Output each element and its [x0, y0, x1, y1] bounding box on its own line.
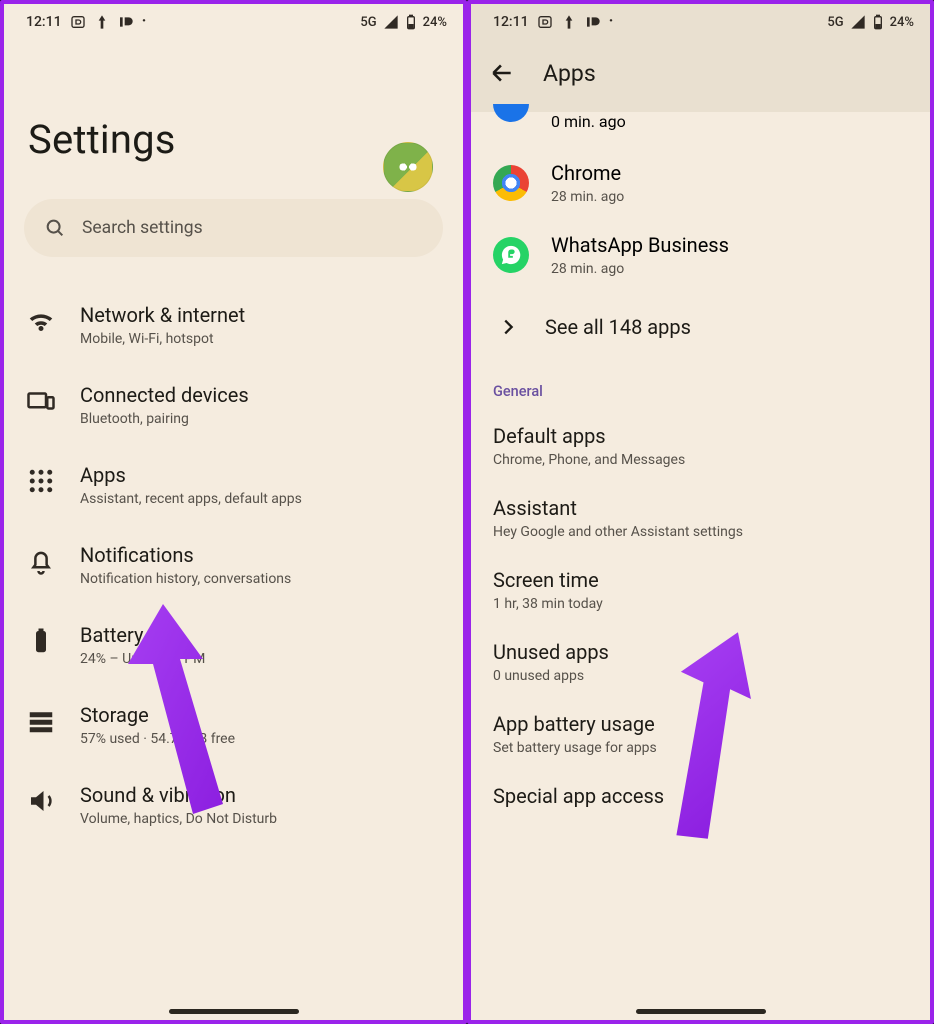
row-label: App battery usage: [493, 712, 908, 736]
search-icon: [44, 217, 66, 239]
status-network: 5G: [827, 15, 843, 30]
settings-list: Network & internet Mobile, Wi-Fi, hotspot…: [4, 275, 463, 845]
status-network: 5G: [360, 15, 376, 30]
general-row-default-apps[interactable]: Default apps Chrome, Phone, and Messages: [471, 410, 930, 482]
row-label: Sound & vibration: [80, 783, 441, 807]
settings-row-notifications[interactable]: Notifications Notification history, conve…: [4, 525, 463, 605]
settings-row-apps[interactable]: Apps Assistant, recent apps, default apps: [4, 445, 463, 525]
status-battery: 24%: [423, 15, 447, 30]
page-title: Settings: [28, 116, 439, 163]
settings-row-storage[interactable]: Storage 57% used · 54.72 GB free: [4, 685, 463, 765]
row-label: WhatsApp Business: [551, 233, 729, 257]
row-sub: Bluetooth, pairing: [80, 411, 441, 427]
battery-icon: [403, 14, 419, 30]
row-sub: 57% used · 54.72 GB free: [80, 731, 441, 747]
general-row-screen-time[interactable]: Screen time 1 hr, 38 min today: [471, 554, 930, 626]
chrome-icon: [493, 165, 529, 201]
general-row-special-app-access[interactable]: Special app access: [471, 770, 930, 822]
status-icon-a: [561, 14, 577, 30]
row-label: Battery: [80, 623, 441, 647]
nav-handle[interactable]: [636, 1009, 766, 1014]
row-sub: 28 min. ago: [551, 261, 729, 277]
app-bar: Apps: [471, 38, 930, 112]
row-sub: 1 hr, 38 min today: [493, 596, 908, 612]
status-time: 12:11: [493, 14, 529, 30]
profile-avatar[interactable]: [383, 142, 433, 192]
section-header-general: General: [471, 367, 930, 410]
app-row-partial[interactable]: 0 min. ago: [471, 112, 930, 147]
chevron-right-icon: [497, 316, 519, 338]
general-row-unused-apps[interactable]: Unused apps 0 unused apps: [471, 626, 930, 698]
status-icon-b: [70, 14, 86, 30]
search-placeholder: Search settings: [82, 218, 203, 238]
row-sub: Notification history, conversations: [80, 571, 441, 587]
row-sub: Assistant, recent apps, default apps: [80, 491, 441, 507]
row-sub: 0 unused apps: [493, 668, 908, 684]
row-sub: Chrome, Phone, and Messages: [493, 452, 908, 468]
row-label: Screen time: [493, 568, 908, 592]
app-row-whatsapp-business[interactable]: WhatsApp Business 28 min. ago: [471, 219, 930, 291]
row-label: Special app access: [493, 784, 908, 808]
battery-icon: [870, 14, 886, 30]
row-label: Default apps: [493, 424, 908, 448]
status-battery: 24%: [890, 15, 914, 30]
sound-icon: [26, 786, 56, 816]
signal-icon: [383, 14, 399, 30]
row-label: Unused apps: [493, 640, 908, 664]
row-label: Notifications: [80, 543, 441, 567]
row-sub: Hey Google and other Assistant settings: [493, 524, 908, 540]
search-settings-input[interactable]: Search settings: [24, 199, 443, 257]
row-label: Network & internet: [80, 303, 441, 327]
row-label: Chrome: [551, 161, 624, 185]
status-icon-a: [94, 14, 110, 30]
settings-row-sound[interactable]: Sound & vibration Volume, haptics, Do Not…: [4, 765, 463, 845]
row-sub: Mobile, Wi-Fi, hotspot: [80, 331, 441, 347]
row-sub: Volume, haptics, Do Not Disturb: [80, 811, 441, 827]
devices-icon: [26, 386, 56, 416]
general-row-assistant[interactable]: Assistant Hey Google and other Assistant…: [471, 482, 930, 554]
apps-icon: [26, 466, 56, 496]
settings-screen: 12:11 · 5G 24% Settings Search settings: [0, 0, 467, 1024]
status-time: 12:11: [26, 14, 62, 30]
row-sub: 24% – Until 6:30 PM: [80, 651, 441, 667]
nav-handle[interactable]: [169, 1009, 299, 1014]
row-sub: Set battery usage for apps: [493, 740, 908, 756]
wifi-icon: [26, 306, 56, 336]
signal-icon: [850, 14, 866, 30]
battery-row-icon: [26, 626, 56, 656]
row-label: Connected devices: [80, 383, 441, 407]
status-icon-id: [585, 14, 601, 30]
whatsapp-business-icon: [493, 237, 529, 273]
settings-row-battery[interactable]: Battery 24% – Until 6:30 PM: [4, 605, 463, 685]
status-bar: 12:11 · 5G 24%: [4, 4, 463, 38]
app-row-chrome[interactable]: Chrome 28 min. ago: [471, 147, 930, 219]
storage-icon: [26, 706, 56, 736]
status-bar: 12:11 · 5G 24%: [471, 4, 930, 38]
row-label: Storage: [80, 703, 441, 727]
app-icon: [493, 104, 529, 122]
status-icon-id: [118, 14, 134, 30]
see-all-apps[interactable]: See all 148 apps: [471, 291, 930, 367]
status-icon-b: [537, 14, 553, 30]
general-row-app-battery-usage[interactable]: App battery usage Set battery usage for …: [471, 698, 930, 770]
settings-row-network[interactable]: Network & internet Mobile, Wi-Fi, hotspot: [4, 285, 463, 365]
settings-row-connected-devices[interactable]: Connected devices Bluetooth, pairing: [4, 365, 463, 445]
row-sub: 28 min. ago: [551, 189, 624, 205]
page-title: Apps: [543, 60, 596, 87]
row-label: Assistant: [493, 496, 908, 520]
apps-screen: 12:11 · 5G 24% Apps 0 min. ago Chrome 28 …: [467, 0, 934, 1024]
bell-icon: [26, 546, 56, 576]
row-label: Apps: [80, 463, 441, 487]
row-label: See all 148 apps: [545, 315, 691, 339]
row-sub: 0 min. ago: [551, 112, 626, 131]
back-button[interactable]: [489, 60, 515, 86]
